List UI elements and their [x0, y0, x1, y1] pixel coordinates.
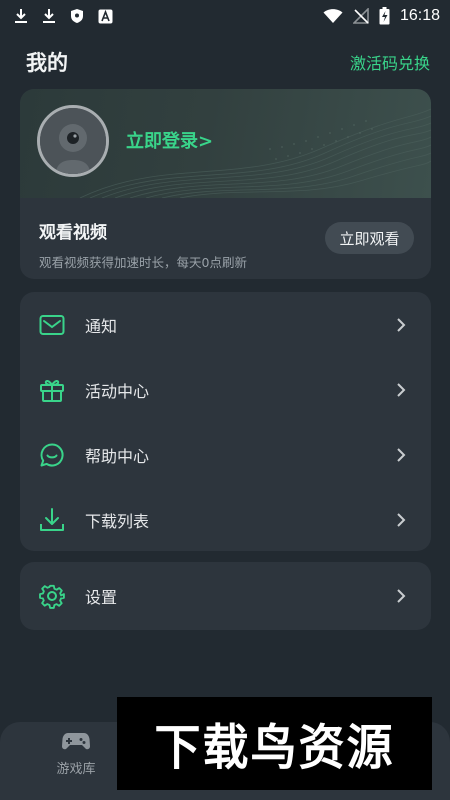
menu-label: 下载列表: [85, 511, 150, 531]
watch-video-description: 观看视频获得加速时长，每天0点刷新: [39, 255, 247, 270]
header: 我的 激活码兑换: [0, 44, 450, 80]
menu-item-activity-center[interactable]: 活动中心: [20, 357, 431, 422]
menu-card: 通知 活动中心 帮助中心 下载列表: [20, 292, 431, 551]
no-signal-icon: [352, 8, 369, 24]
page-title: 我的: [26, 51, 68, 75]
menu-label: 通知: [85, 316, 118, 336]
gamepad-icon: [61, 733, 91, 750]
download-icon: [43, 9, 55, 23]
default-avatar-icon: [40, 108, 106, 174]
mail-icon: [38, 311, 66, 339]
nav-label: 游戏库: [56, 762, 96, 777]
shield-icon: [71, 9, 83, 23]
profile-card: 立即登录> 观看视频 观看视频获得加速时长，每天0点刷新 立即观看: [20, 89, 431, 279]
menu-item-download-list[interactable]: 下载列表: [20, 487, 431, 552]
font-icon: [98, 9, 113, 23]
status-bar: 16:18: [0, 0, 450, 32]
settings-card: 设置: [20, 562, 431, 630]
menu-item-notifications[interactable]: 通知: [20, 292, 431, 357]
chevron-right-icon: [397, 512, 406, 527]
avatar[interactable]: [37, 105, 109, 177]
gear-icon: [38, 582, 66, 610]
chevron-right-icon: [397, 317, 406, 332]
watermark-text: 下载鸟资源: [154, 718, 395, 775]
wifi-icon: [323, 9, 343, 23]
menu-item-settings[interactable]: 设置: [20, 562, 431, 630]
profile-banner: 立即登录>: [20, 89, 431, 198]
chevron-right-icon: [397, 382, 406, 397]
status-icons-right: 16:18: [323, 7, 440, 25]
download-icon: [15, 9, 27, 23]
download-icon: [38, 506, 66, 534]
menu-item-help-center[interactable]: 帮助中心: [20, 422, 431, 487]
chevron-right-icon: [397, 589, 406, 603]
nav-item-game-library[interactable]: 游戏库: [50, 730, 102, 777]
battery-charging-icon: [379, 7, 390, 25]
menu-label: 帮助中心: [85, 446, 150, 466]
menu-label: 活动中心: [85, 381, 150, 401]
watch-now-button[interactable]: 立即观看: [325, 222, 414, 254]
redeem-code-link[interactable]: 激活码兑换: [350, 50, 430, 74]
status-icons-left: [14, 8, 113, 24]
chevron-right-icon: [397, 447, 406, 462]
status-time: 16:18: [399, 7, 440, 24]
watermark-banner: 下载鸟资源: [117, 697, 432, 790]
watch-video-section: 观看视频 观看视频获得加速时长，每天0点刷新 立即观看: [20, 198, 431, 279]
chat-icon: [38, 441, 66, 469]
menu-label: 设置: [85, 588, 118, 607]
gift-icon: [38, 376, 66, 404]
login-link[interactable]: 立即登录>: [126, 127, 213, 153]
